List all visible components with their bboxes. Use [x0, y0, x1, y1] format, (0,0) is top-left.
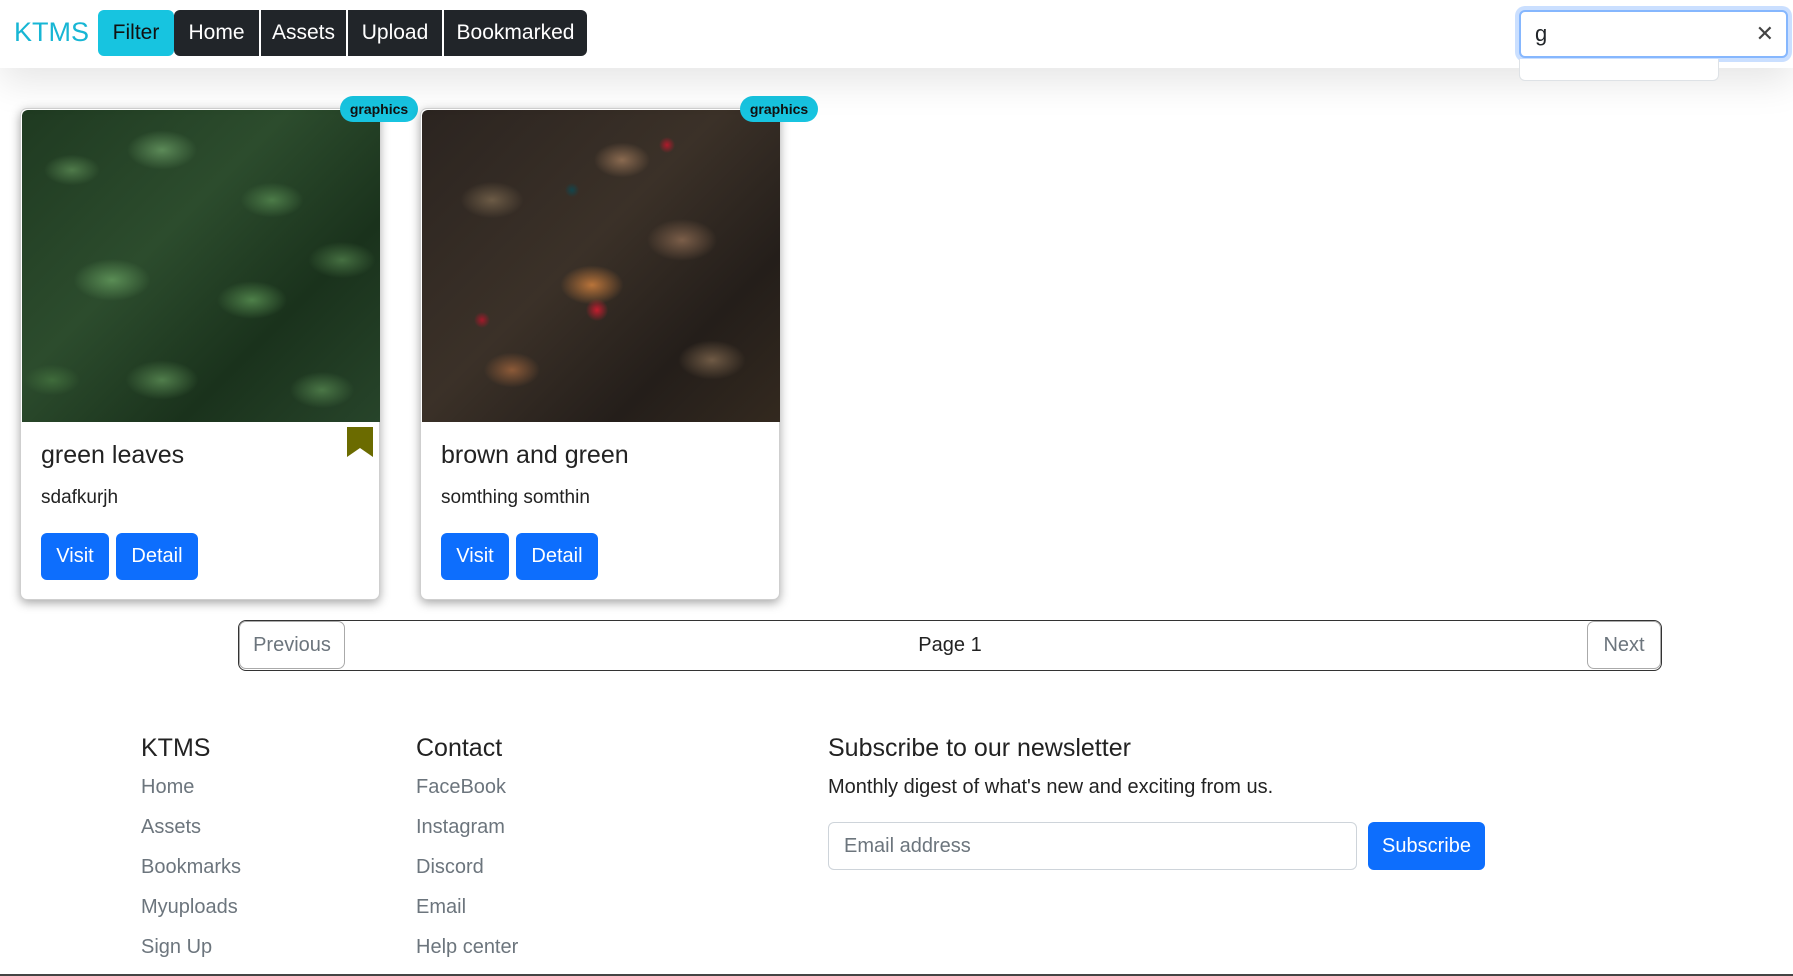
visit-button[interactable]: Visit — [441, 533, 509, 580]
detail-button[interactable]: Detail — [116, 533, 198, 580]
search-input[interactable] — [1535, 20, 1745, 48]
previous-page-button[interactable]: Previous — [239, 621, 345, 669]
pagination: Page 1 Previous Next — [238, 620, 1662, 671]
footer-contact-heading: Contact — [416, 734, 503, 762]
filter-button[interactable]: Filter — [98, 10, 174, 56]
detail-button[interactable]: Detail — [516, 533, 598, 580]
card-description: sdafkurjh — [41, 487, 119, 508]
page-indicator: Page 1 — [918, 634, 982, 656]
visit-button[interactable]: Visit — [41, 533, 109, 580]
footer-link-bookmarks[interactable]: Bookmarks — [141, 856, 241, 879]
search-box: ✕ — [1519, 10, 1788, 58]
email-field[interactable] — [828, 822, 1357, 870]
card-title: green leaves — [41, 441, 185, 469]
footer-link-home[interactable]: Home — [141, 776, 194, 799]
nav-home-button[interactable]: Home — [174, 10, 259, 56]
category-badge: graphics — [340, 96, 418, 122]
newsletter-description: Monthly digest of what's new and excitin… — [828, 776, 1274, 798]
close-icon[interactable]: ✕ — [1756, 21, 1774, 47]
asset-card: graphics green leaves sdafkurjh Visit De… — [20, 96, 418, 600]
footer-brand-heading: KTMS — [141, 734, 211, 762]
navbar: KTMS Filter Home Assets Upload Bookmarke… — [0, 0, 1793, 68]
brand-logo[interactable]: KTMS — [14, 17, 89, 48]
card-image[interactable] — [22, 110, 380, 422]
nav-upload-button[interactable]: Upload — [348, 10, 442, 56]
nav-bookmarked-button[interactable]: Bookmarked — [444, 10, 587, 56]
footer-link-myuploads[interactable]: Myuploads — [141, 896, 238, 919]
card-title: brown and green — [441, 441, 629, 469]
asset-card: graphics brown and green somthing somthi… — [420, 96, 818, 600]
footer-link-assets[interactable]: Assets — [141, 816, 201, 839]
card-description: somthing somthin — [441, 487, 590, 508]
footer-link-discord[interactable]: Discord — [416, 856, 484, 879]
nav-assets-button[interactable]: Assets — [261, 10, 346, 56]
footer-link-signup[interactable]: Sign Up — [141, 936, 212, 959]
footer-link-help-center[interactable]: Help center — [416, 936, 518, 959]
category-badge: graphics — [740, 96, 818, 122]
subscribe-button[interactable]: Subscribe — [1368, 822, 1485, 870]
bookmark-icon[interactable] — [347, 427, 373, 457]
footer-link-facebook[interactable]: FaceBook — [416, 776, 506, 799]
footer-link-instagram[interactable]: Instagram — [416, 816, 505, 839]
footer-link-email[interactable]: Email — [416, 896, 466, 919]
search-suggestions-dropdown[interactable] — [1519, 59, 1719, 81]
card-image[interactable] — [422, 110, 780, 422]
next-page-button[interactable]: Next — [1587, 621, 1661, 669]
newsletter-heading: Subscribe to our newsletter — [828, 734, 1131, 762]
